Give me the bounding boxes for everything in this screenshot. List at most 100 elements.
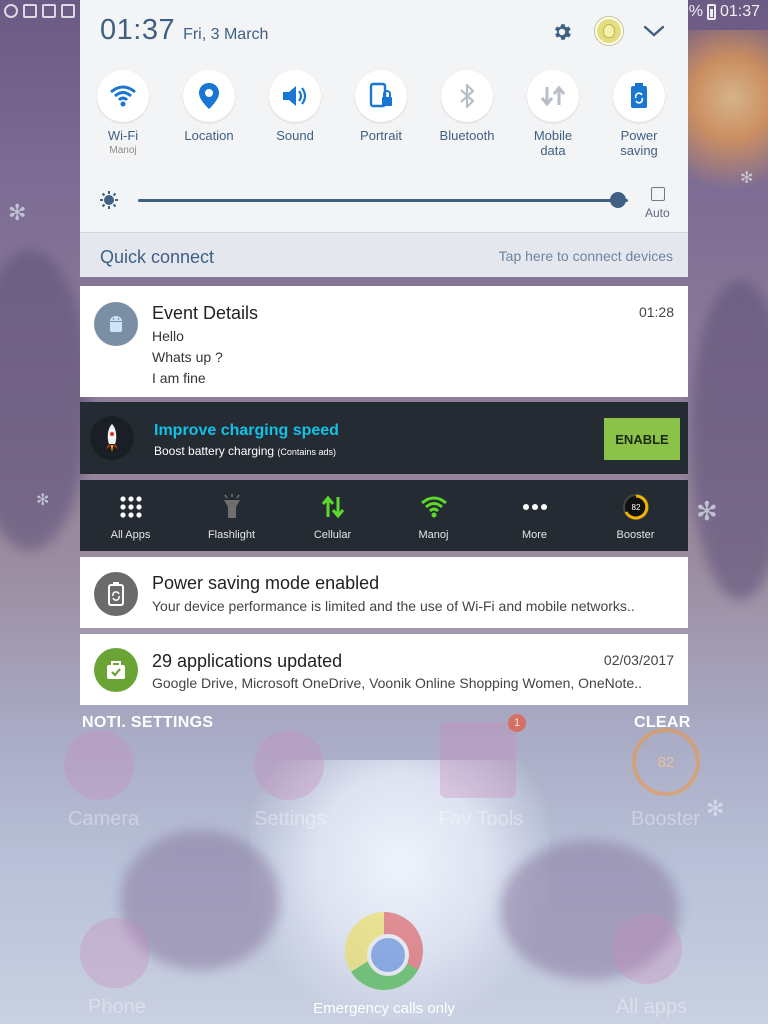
toggle-bluetooth-label: Bluetooth: [439, 128, 495, 143]
toggle-location-button[interactable]: [183, 70, 235, 122]
status-bar-right: % 01:37: [689, 3, 760, 21]
battery-saver-icon: [94, 572, 138, 616]
flashlight-icon: [223, 494, 240, 518]
home-label-camera: Camera: [68, 808, 140, 830]
booster-home-icon: 82: [632, 728, 700, 796]
lightbulb-icon: [603, 24, 615, 38]
toggle-location[interactable]: Location: [166, 70, 252, 158]
snowflake-icon: ✻: [8, 200, 27, 225]
tool-cellular[interactable]: Cellular: [282, 480, 383, 551]
chevron-down-icon[interactable]: [643, 23, 665, 39]
camera-app-icon: [64, 730, 134, 800]
booster-gauge-value: 82: [631, 503, 640, 512]
apps-updated-title: 29 applications updated: [152, 651, 343, 671]
shade-clock: 01:37: [100, 14, 176, 46]
promo-subtitle-text: Boost battery charging: [154, 444, 275, 458]
tool-cellular-label: Cellular: [313, 529, 352, 541]
event-title: Event Details: [152, 303, 259, 323]
tool-more[interactable]: More: [484, 480, 585, 551]
wifi-icon: [110, 85, 136, 107]
apps-updated-notification[interactable]: 29 applications updated 02/03/2017 Googl…: [80, 634, 688, 705]
sound-icon: [283, 86, 307, 106]
user-avatar[interactable]: [595, 17, 623, 45]
toggle-portrait[interactable]: Portrait: [338, 70, 424, 158]
toggle-power-saving[interactable]: Power saving: [596, 70, 682, 158]
snowflake-icon: ✻: [36, 492, 50, 509]
clear-button[interactable]: CLEAR: [634, 714, 691, 732]
tool-wifi[interactable]: Manoj: [383, 480, 484, 551]
auto-brightness-label: Auto: [645, 206, 670, 220]
shade-date: Fri, 3 March: [183, 26, 269, 43]
event-notification[interactable]: Event Details 01:28 Hello Whats up ? I a…: [80, 286, 688, 397]
quick-connect-bar[interactable]: Quick connect Tap here to connect device…: [80, 232, 688, 277]
apps-updated-text: Google Drive, Microsoft OneDrive, Voonik…: [152, 675, 642, 691]
send-icon: [42, 4, 56, 18]
toggle-mobile-data[interactable]: Mobile data: [510, 70, 596, 158]
location-icon: [199, 83, 219, 109]
brightness-icon: [100, 191, 118, 209]
power-saving-notification[interactable]: Power saving mode enabled Your device pe…: [80, 557, 688, 628]
settings-app-icon: [254, 730, 324, 800]
auto-brightness-checkbox[interactable]: [651, 187, 665, 201]
promo-subtitle: Boost battery charging (Contains ads): [154, 444, 336, 458]
toggle-mobile-data-label: Mobile data: [533, 128, 573, 158]
fav-tools-app-icon: [440, 722, 516, 798]
brightness-row: Auto: [96, 183, 676, 220]
toggle-bluetooth-button[interactable]: [441, 70, 493, 122]
status-bar-left: [4, 4, 75, 18]
tool-flashlight[interactable]: Flashlight: [181, 480, 282, 551]
image-icon: [23, 4, 37, 18]
booster-home-value: 82: [657, 753, 675, 771]
sync-icon: [4, 4, 18, 18]
portrait-lock-icon: [369, 82, 392, 108]
toggle-wifi[interactable]: Wi-Fi Manoj: [80, 70, 166, 158]
toggle-sound[interactable]: Sound: [252, 70, 338, 158]
tool-all-apps-label: All Apps: [110, 529, 151, 541]
booster-gauge-icon: 82: [622, 494, 649, 520]
toggle-wifi-label: Wi-Fi: [107, 128, 139, 143]
snowflake-icon: ✻: [740, 170, 754, 187]
noti-settings-button[interactable]: NOTI. SETTINGS: [82, 714, 213, 732]
mobile-data-icon: [540, 85, 566, 107]
quick-toggles: Wi-Fi Manoj Location Sound Portrait Blue…: [80, 70, 688, 158]
bluetooth-icon: [460, 83, 475, 109]
promo-ads-note: (Contains ads): [277, 447, 336, 457]
more-dots-icon: [522, 504, 547, 510]
gear-icon[interactable]: [551, 21, 573, 43]
toggle-mobile-data-button[interactable]: [527, 70, 579, 122]
toggle-sound-label: Sound: [276, 128, 314, 143]
toggle-power-saving-button[interactable]: [613, 70, 665, 122]
event-line-3: I am fine: [152, 370, 206, 386]
toggle-wifi-button[interactable]: [97, 70, 149, 122]
fav-tools-badge: 1: [508, 714, 526, 732]
enable-button[interactable]: ENABLE: [604, 418, 680, 460]
toggle-portrait-label: Portrait: [360, 128, 402, 143]
power-saving-title: Power saving mode enabled: [152, 573, 380, 593]
toggle-sound-button[interactable]: [269, 70, 321, 122]
status-time: 01:37: [719, 3, 760, 20]
power-saving-icon: [631, 83, 647, 108]
shade-header: 01:37 Fri, 3 March: [100, 14, 268, 47]
tool-booster-label: Booster: [616, 529, 655, 541]
shortcut-toolbar: All Apps Flashlight Cellular Manoj More: [80, 480, 688, 551]
rocket-icon: [90, 416, 134, 460]
app-update-icon: [94, 648, 138, 692]
toggle-bluetooth[interactable]: Bluetooth: [424, 70, 510, 158]
toggle-wifi-network: Manoj: [109, 145, 137, 156]
android-icon: [94, 302, 138, 346]
toggle-portrait-button[interactable]: [355, 70, 407, 122]
emergency-calls-text: Emergency calls only: [313, 1000, 455, 1017]
wifi-icon: [420, 496, 447, 518]
toggle-location-label: Location: [184, 128, 234, 143]
brightness-slider-track[interactable]: [138, 199, 628, 202]
gallery-icon: [61, 4, 75, 18]
tool-all-apps[interactable]: All Apps: [80, 480, 181, 551]
event-line-2: Whats up ?: [152, 349, 223, 365]
snowflake-icon: ✻: [706, 796, 725, 821]
event-time: 01:28: [638, 304, 674, 320]
home-label-booster: Booster: [631, 808, 700, 830]
chrome-icon: [345, 912, 423, 990]
charging-promo-notification[interactable]: Improve charging speed Boost battery cha…: [80, 402, 688, 474]
tool-booster[interactable]: 82 Booster: [585, 480, 686, 551]
brightness-slider-thumb[interactable]: [610, 192, 627, 208]
